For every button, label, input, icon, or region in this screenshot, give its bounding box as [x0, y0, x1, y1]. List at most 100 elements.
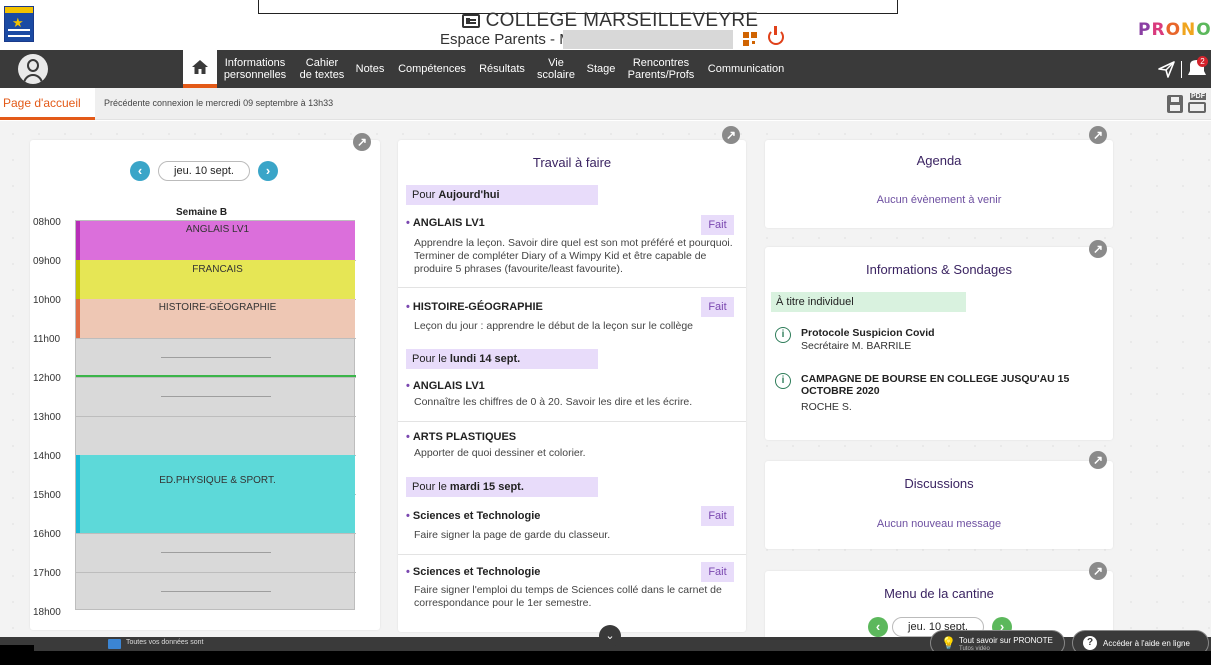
homework-card: Travail à faire Pour Aujourd'hui • ANGLAI… — [398, 140, 746, 632]
subject-label: ANGLAIS LV1 — [412, 217, 485, 229]
save-icon[interactable] — [1167, 95, 1183, 113]
cantine-title: Menu de la cantine — [884, 586, 994, 601]
nav-cahier-de-textes[interactable]: Cahier de textes — [296, 50, 348, 88]
footer-text: Toutes vos données sont — [126, 639, 204, 646]
open-discussions-icon[interactable] — [1089, 451, 1107, 469]
agenda-empty-text: Aucun évènement à venir — [876, 194, 1002, 206]
done-badge[interactable]: Fait — [701, 506, 734, 526]
informations-card: Informations & Sondages À titre individu… — [765, 247, 1113, 440]
print-pdf-icon[interactable]: PDF — [1187, 93, 1207, 115]
homework-subject: • ANGLAIS LV1 — [406, 380, 485, 392]
last-connection-info: Précédente connexion le mercredi 09 sept… — [104, 98, 334, 108]
user-avatar[interactable] — [18, 54, 48, 84]
homework-subject: • HISTOIRE-GÉOGRAPHIE — [406, 301, 543, 313]
info-icon: i — [775, 327, 791, 343]
prev-day-arrow-icon[interactable]: ‹ — [130, 161, 150, 181]
week-label: Semaine B — [176, 207, 228, 218]
homework-subject: • ANGLAIS LV1 — [406, 217, 485, 229]
homework-group-tuesday: Pour le mardi 15 sept. — [406, 477, 598, 497]
open-cantine-icon[interactable] — [1089, 562, 1107, 580]
timetable-date[interactable]: jeu. 10 sept. — [158, 161, 250, 181]
course-block-histoire-geographie[interactable]: HISTOIRE-GÉOGRAPHIE — [76, 299, 355, 338]
hour-label: 13h00 — [33, 412, 61, 423]
school-title: COLLEGE MARSEILLEVEYRE — [461, 10, 759, 32]
app-root: ★ COLLEGE MARSEILLEVEYRE Espace Parents … — [0, 0, 1211, 665]
timetable-card: ‹ jeu. 10 sept. › Semaine B 08h00 09h00 … — [30, 133, 380, 630]
done-badge[interactable]: Fait — [701, 215, 734, 235]
nav-resultats[interactable]: Résultats — [474, 50, 530, 88]
homework-subject: • ARTS PLASTIQUES — [406, 431, 517, 443]
subject-label: HISTOIRE-GÉOGRAPHIE — [412, 301, 543, 313]
course-block-eps[interactable]: ED.PHYSIQUE & SPORT. — [76, 455, 355, 533]
nav-communication[interactable]: Communication — [703, 50, 789, 88]
homework-text: Apprendre la leçon. Savoir dire quel est… — [414, 237, 733, 275]
info-item-author: ROCHE S. — [801, 401, 852, 413]
nav-stage[interactable]: Stage — [582, 50, 620, 88]
open-agenda-icon[interactable] — [1089, 126, 1107, 144]
homework-text: Faire signer la page de garde du classeu… — [414, 529, 611, 541]
info-item-title[interactable]: CAMPAGNE DE BOURSE EN COLLEGE JUSQU'AU 1… — [801, 373, 1071, 397]
group-day: Aujourd'hui — [438, 189, 500, 201]
open-timetable-icon[interactable] — [353, 133, 371, 151]
redacted-name — [563, 30, 733, 49]
nav-separator — [1181, 61, 1182, 78]
dashboard-area: ‹ jeu. 10 sept. › Semaine B 08h00 09h00 … — [0, 121, 1211, 641]
home-button[interactable] — [183, 50, 217, 88]
screen-corner — [0, 645, 34, 665]
logout-power-icon[interactable] — [768, 26, 784, 45]
homework-text: Connaître les chiffres de 0 à 20. Savoir… — [414, 396, 693, 408]
hour-label: 16h00 — [33, 529, 61, 540]
discussions-title: Discussions — [904, 476, 974, 491]
id-card-icon — [461, 14, 480, 28]
done-badge[interactable]: Fait — [701, 562, 734, 582]
hour-label: 08h00 — [33, 217, 61, 228]
course-block-anglais[interactable]: ANGLAIS LV1 — [76, 221, 355, 260]
send-message-icon[interactable] — [1158, 61, 1175, 78]
notification-count-badge: 2 — [1197, 56, 1208, 67]
next-day-arrow-icon[interactable]: › — [258, 161, 278, 181]
subject-label: Sciences et Technologie — [412, 566, 541, 578]
nav-vie-scolaire[interactable]: Vie scolaire — [533, 50, 579, 88]
hour-label: 09h00 — [33, 256, 61, 267]
hour-label: 15h00 — [33, 490, 61, 501]
subject-label: ARTS PLASTIQUES — [412, 431, 517, 443]
top-header: ★ COLLEGE MARSEILLEVEYRE Espace Parents … — [0, 0, 1211, 50]
nav-informations-personnelles[interactable]: Informations personnelles — [220, 50, 290, 88]
homework-subject: • Sciences et Technologie — [406, 510, 541, 522]
help-label: Accéder à l'aide en ligne — [1103, 639, 1190, 648]
prev-day-arrow-icon[interactable]: ‹ — [868, 617, 888, 637]
hour-label: 12h00 — [33, 373, 61, 384]
school-name: COLLEGE MARSEILLEVEYRE — [485, 10, 759, 31]
qr-code-icon[interactable] — [743, 32, 757, 46]
lightbulb-icon: 💡 — [941, 636, 956, 650]
homework-group-today: Pour Aujourd'hui — [406, 185, 598, 205]
group-day: lundi 14 sept. — [449, 353, 521, 365]
hour-label: 10h00 — [33, 295, 61, 306]
tab-page-accueil[interactable]: Page d'accueil — [0, 88, 95, 120]
current-time-line — [76, 375, 356, 377]
open-homework-icon[interactable] — [722, 126, 740, 144]
collapse-chevron-icon[interactable]: ⌄ — [599, 625, 621, 647]
info-item-title[interactable]: Protocole Suspicion Covid — [801, 327, 1101, 339]
info-item-author: Secrétaire M. BARRILE — [801, 340, 912, 352]
done-badge[interactable]: Fait — [701, 297, 734, 317]
school-crest-logo: ★ — [4, 6, 34, 42]
homework-group-monday: Pour le lundi 14 sept. — [406, 349, 598, 369]
group-day: mardi 15 sept. — [449, 481, 524, 493]
data-security-icon — [108, 639, 121, 649]
group-prefix: Pour le — [412, 481, 447, 493]
help-question-icon: ? — [1083, 636, 1097, 650]
open-informations-icon[interactable] — [1089, 240, 1107, 258]
course-block-francais[interactable]: FRANCAIS — [76, 260, 355, 299]
tuto-label: Tout savoir sur PRONOTE — [959, 636, 1053, 645]
homework-title: Travail à faire — [532, 155, 612, 170]
space-label: Espace Parents - M — [440, 31, 572, 48]
info-icon: i — [775, 373, 791, 389]
nav-competences[interactable]: Compétences — [394, 50, 470, 88]
homework-text: Faire signer l'emploi du temps de Scienc… — [414, 584, 722, 609]
hour-label: 11h00 — [33, 334, 61, 345]
group-prefix: Pour — [412, 189, 436, 201]
nav-notes[interactable]: Notes — [353, 50, 387, 88]
nav-rencontres-parents-profs[interactable]: Rencontres Parents/Profs — [624, 50, 698, 88]
subject-label: Sciences et Technologie — [412, 510, 541, 522]
